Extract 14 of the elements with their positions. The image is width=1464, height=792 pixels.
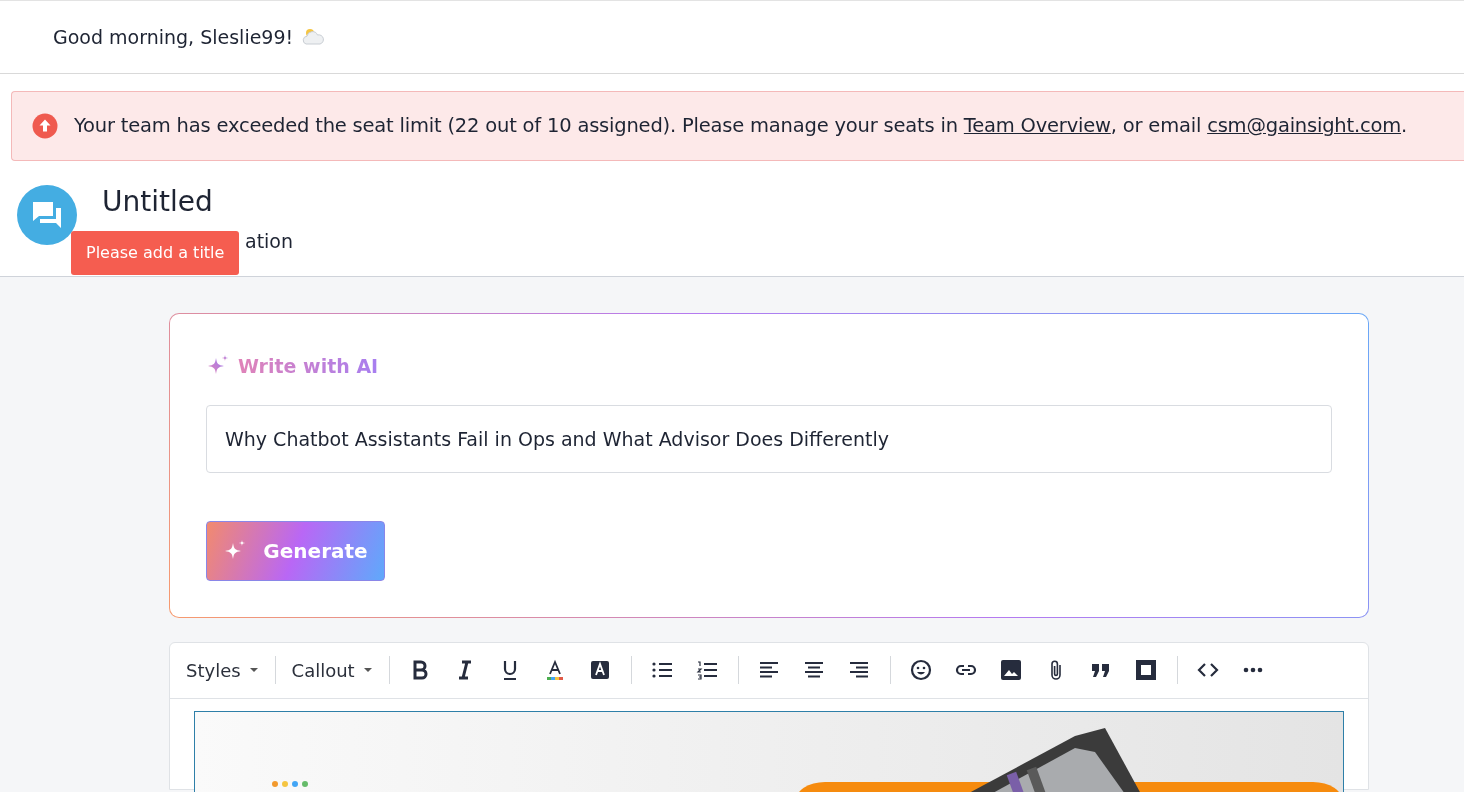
greeting-text: Good morning, Sleslie99! xyxy=(53,24,294,50)
dropdown-button[interactable]: Callout xyxy=(283,656,381,684)
alert-link[interactable]: csm@gainsight.com xyxy=(1207,114,1401,138)
sun-cloud-icon xyxy=(301,26,326,48)
caret-icon xyxy=(362,667,373,673)
post-subtitle: ation xyxy=(245,229,294,254)
caret-icon xyxy=(248,667,259,673)
dropdown-button[interactable]: Styles xyxy=(178,656,267,684)
alert-message: Your team has exceeded the seat limit (22 out of 10 assigned). Please manage your seats in Team Overview, or email csm@gainsight.com. xyxy=(74,113,1407,140)
validation-tooltip: Please add a title xyxy=(71,231,240,275)
alert-link[interactable]: Team Overview xyxy=(963,114,1111,138)
chat-avatar-icon xyxy=(17,185,77,245)
prompt-field[interactable]: Why Chatbot Assistants Fail in Ops and What Advisor Does Differently xyxy=(206,404,1332,473)
post-title: Untitled xyxy=(102,185,213,219)
